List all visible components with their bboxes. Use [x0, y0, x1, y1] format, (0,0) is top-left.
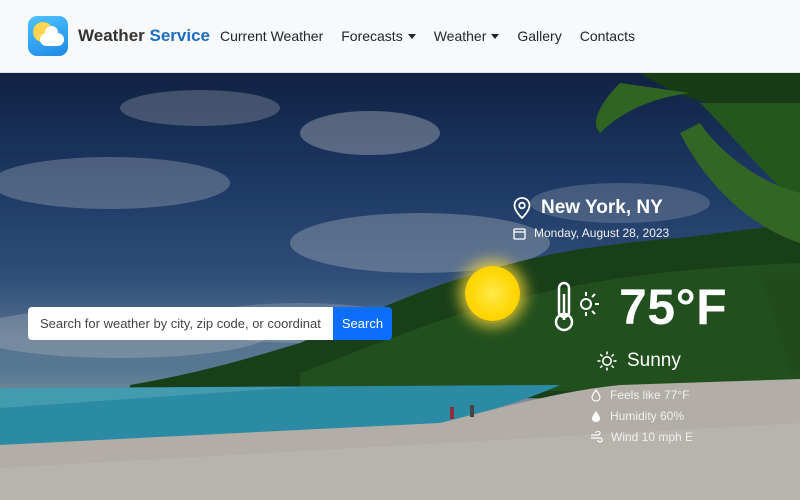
humidity: Humidity 60%: [590, 409, 684, 423]
sun-graphic: [465, 266, 520, 321]
date: Monday, August 28, 2023: [513, 226, 669, 240]
brand-name-accent: Service: [149, 26, 211, 45]
search-button[interactable]: Search: [333, 307, 392, 340]
nav-current-weather[interactable]: Current Weather: [220, 28, 323, 44]
condition-text: Sunny: [627, 350, 681, 371]
sun-icon: [597, 351, 617, 371]
search-input[interactable]: [28, 307, 333, 340]
humidity-text: Humidity 60%: [610, 409, 685, 423]
brand[interactable]: Weather Service: [28, 16, 210, 56]
calendar-icon: [513, 227, 526, 240]
thermometer-sun-icon: [551, 280, 601, 334]
location-pin-icon: [513, 197, 531, 219]
humidity-icon: [590, 410, 602, 423]
temperature-value: 75°F: [619, 279, 728, 335]
brand-name: Weather Service: [78, 26, 210, 46]
wind-text: Wind 10 mph E: [611, 430, 694, 444]
nav-weather-dropdown[interactable]: Weather: [434, 28, 500, 44]
nav-gallery[interactable]: Gallery: [517, 28, 561, 44]
navbar: Weather Service Current Weather Forecast…: [0, 0, 800, 73]
feels-like-text: Feels like 77°F: [610, 388, 690, 402]
wind-icon: [590, 431, 603, 443]
location: New York, NY: [513, 197, 663, 219]
weather-logo-icon: [28, 16, 68, 56]
wind: Wind 10 mph E: [590, 430, 693, 444]
condition: Sunny: [597, 350, 681, 372]
nav-menu: Current Weather Forecasts Weather Galler…: [220, 28, 653, 44]
temperature-row: 75°F: [551, 278, 727, 336]
caret-down-icon: [407, 33, 416, 39]
droplet-icon: [590, 388, 602, 402]
location-name: New York, NY: [541, 197, 663, 218]
date-text: Monday, August 28, 2023: [534, 226, 670, 240]
search-bar: Search: [28, 307, 392, 340]
caret-down-icon: [491, 33, 500, 39]
brand-name-main: Weather: [78, 26, 145, 45]
feels-like: Feels like 77°F: [590, 388, 690, 402]
nav-forecasts-dropdown[interactable]: Forecasts: [341, 28, 416, 44]
nav-contacts[interactable]: Contacts: [580, 28, 635, 44]
